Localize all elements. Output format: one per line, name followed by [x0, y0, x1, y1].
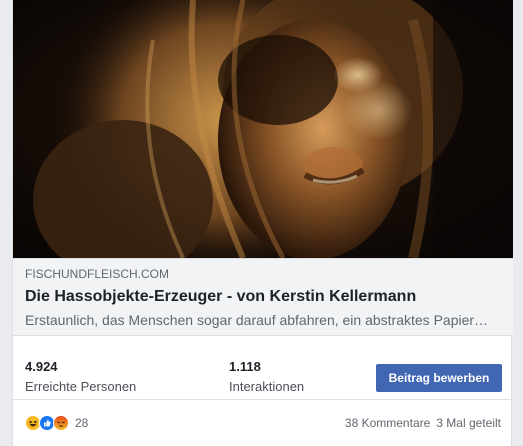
reaction-count: 28: [75, 416, 89, 430]
comments-count-link[interactable]: 38 Kommentare: [345, 416, 430, 430]
boost-post-button[interactable]: Beitrag bewerben: [376, 364, 502, 392]
reach-value: 4.924: [25, 359, 58, 374]
shares-count-link[interactable]: 3 Mal geteilt: [436, 416, 501, 430]
reactions-summary[interactable]: 28: [25, 415, 88, 431]
link-title[interactable]: Die Hassobjekte-Erzeuger - von Kerstin K…: [25, 287, 501, 307]
angry-icon: [53, 415, 69, 431]
reach-label: Erreichte Personen: [25, 379, 137, 394]
reach-stat[interactable]: 4.924 Erreichte Personen: [25, 359, 136, 395]
engagement-counts: 38 Kommentare 3 Mal geteilt: [345, 415, 501, 431]
link-description: Erstaunlich, das Menschen sogar darauf a…: [25, 312, 489, 328]
engagement-bar: 28 38 Kommentare 3 Mal geteilt: [13, 400, 513, 446]
post-insights: 4.924 Erreichte Personen 1.118 Interakti…: [13, 336, 513, 400]
link-preview-image[interactable]: [13, 0, 513, 258]
link-preview[interactable]: FISCHUNDFLEISCH.COM Die Hassobjekte-Erze…: [13, 258, 513, 336]
engagement-stat[interactable]: 1.118 Interaktionen: [229, 359, 304, 395]
post-card: FISCHUNDFLEISCH.COM Die Hassobjekte-Erze…: [12, 0, 513, 446]
engagement-value: 1.118: [229, 359, 261, 374]
link-domain: FISCHUNDFLEISCH.COM: [25, 267, 170, 281]
engagement-label: Interaktionen: [229, 379, 305, 394]
